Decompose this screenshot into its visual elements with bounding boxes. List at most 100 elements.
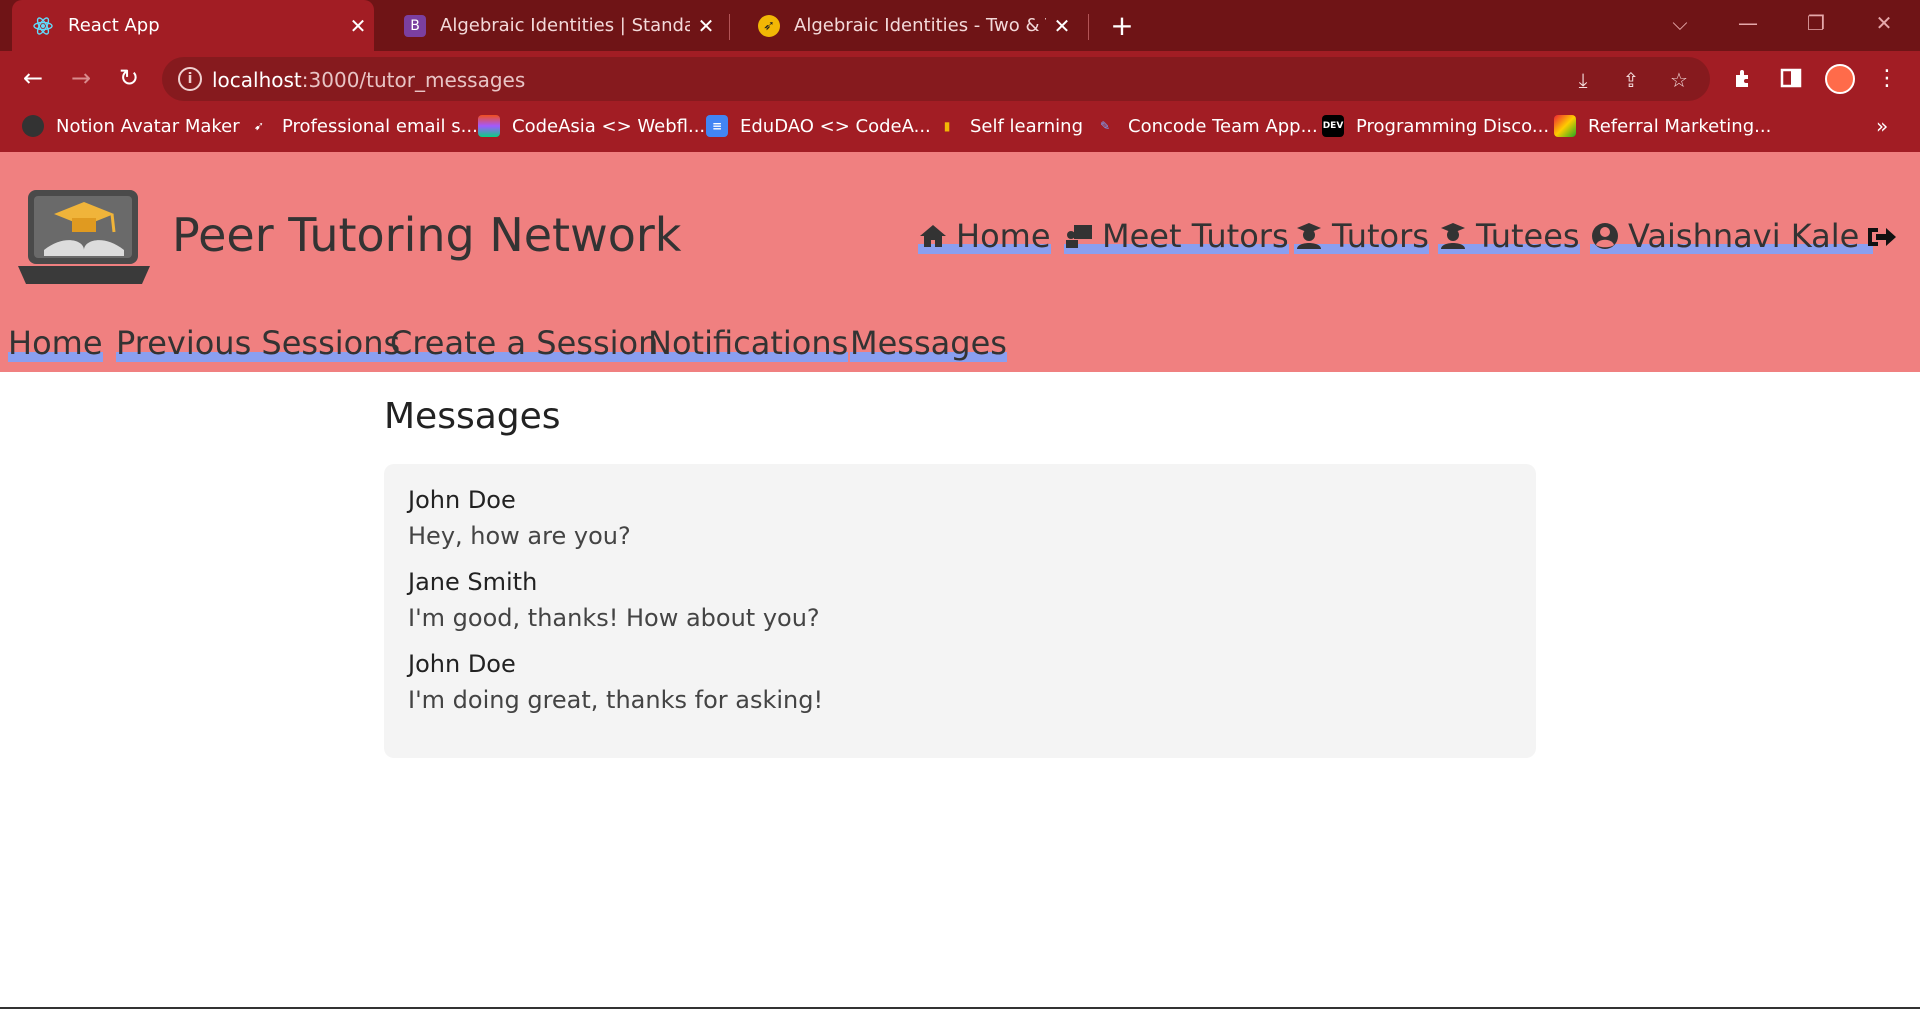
user-circle-icon: [1592, 223, 1618, 249]
brush-icon: ✎: [1099, 119, 1111, 133]
nav-label: Meet Tutors: [1102, 217, 1289, 255]
tab-react-app[interactable]: React App ✕: [12, 0, 374, 51]
bookmark-label: CodeAsia <> Webfl...: [512, 115, 706, 137]
subnav-create-session[interactable]: Create a Session: [390, 324, 659, 364]
more-bookmarks-chevron-icon[interactable]: »: [1876, 114, 1888, 138]
bookmark-label: Professional email s...: [282, 115, 478, 137]
url-path: :3000/tutor_messages: [301, 68, 526, 92]
message-text: Hey, how are you?: [408, 522, 631, 550]
nav-tutees[interactable]: Tutees: [1438, 216, 1580, 256]
nav-profile[interactable]: Vaishnavi Kale: [1590, 216, 1874, 256]
bookmark-label: Programming Disco...: [1356, 115, 1550, 137]
close-tab-icon[interactable]: ✕: [342, 14, 374, 38]
nav-label: Tutors: [1332, 217, 1429, 255]
site-info-icon[interactable]: i: [178, 67, 202, 91]
subnav-previous-sessions[interactable]: Previous Sessions: [116, 324, 401, 364]
share-icon[interactable]: ⇪: [1618, 67, 1644, 93]
house-icon: [920, 225, 946, 247]
bookmark-label: Self learning: [970, 115, 1083, 137]
message-sender: John Doe: [408, 486, 516, 514]
subnav-notifications[interactable]: Notifications: [648, 324, 849, 364]
extensions-puzzle-icon[interactable]: [1724, 59, 1762, 97]
docs-icon: ≡: [706, 115, 728, 137]
tab-title: React App: [68, 15, 160, 36]
address-bar[interactable]: i localhost:3000/tutor_messages ⤓ ⇪ ☆: [162, 57, 1710, 101]
tab-algebraic-identities-two-three[interactable]: ➶ Algebraic Identities - Two & Thre ✕: [738, 0, 1078, 51]
bookmark-codeasia-webflow[interactable]: CodeAsia <> Webfl...: [478, 106, 705, 146]
tab-search-chevron-icon[interactable]: ⌵: [1652, 8, 1708, 38]
subnav-messages[interactable]: Messages: [850, 324, 1007, 364]
graduate-user-icon: [1441, 223, 1465, 249]
dev-icon: DEV: [1322, 115, 1344, 137]
cursor-icon: ➹: [253, 119, 265, 133]
nav-label: Notifications: [648, 324, 849, 362]
tab-divider: [729, 14, 730, 40]
tab-title: Algebraic Identities - Two & Thre: [794, 15, 1046, 36]
message-sender: Jane Smith: [408, 568, 538, 596]
minimize-icon[interactable]: —: [1720, 8, 1776, 38]
bootstrap-icon: B: [404, 14, 426, 37]
message-item: John Doe Hey, how are you?: [408, 486, 631, 550]
page-title: Messages: [384, 396, 561, 437]
message-text: I'm good, thanks! How about you?: [408, 604, 820, 632]
close-tab-icon[interactable]: ✕: [1046, 14, 1078, 38]
bookmark-concode-team[interactable]: ✎ Concode Team App...: [1094, 106, 1318, 146]
side-panel-icon[interactable]: [1772, 59, 1810, 97]
browser-tab-strip: React App ✕ B Algebraic Identities | Sta…: [0, 0, 1920, 51]
bookmark-programming-disco[interactable]: DEV Programming Disco...: [1322, 106, 1549, 146]
message-sender: John Doe: [408, 650, 516, 678]
back-arrow-icon[interactable]: ←: [14, 59, 52, 97]
nav-label: Vaishnavi Kale: [1628, 217, 1860, 255]
bookmark-professional-email[interactable]: ➹ Professional email s...: [248, 106, 478, 146]
tab-algebraic-identities-standard[interactable]: B Algebraic Identities | Standard Alg ✕: [384, 0, 722, 51]
puzzle-colorful-icon: [1554, 115, 1576, 137]
subnav-home[interactable]: Home: [8, 324, 103, 364]
nav-label: Tutees: [1476, 217, 1580, 255]
bookmark-star-icon[interactable]: ☆: [1666, 67, 1692, 93]
url-host: localhost: [212, 68, 302, 92]
browser-toolbar: ← → ↻ i localhost:3000/tutor_messages ⤓ …: [0, 51, 1920, 106]
bookmarks-bar: Notion Avatar Maker ➹ Professional email…: [0, 106, 1920, 152]
reload-icon[interactable]: ↻: [110, 59, 148, 97]
nav-label: Home: [956, 217, 1051, 255]
nav-label: Home: [8, 324, 103, 362]
tab-divider: [1088, 14, 1089, 40]
rocket-icon: ➶: [758, 14, 780, 37]
nav-meet-tutors[interactable]: Meet Tutors: [1064, 216, 1289, 256]
bookmark-self-learning[interactable]: ▮ Self learning: [936, 106, 1083, 146]
bookmark-label: Concode Team App...: [1128, 115, 1318, 137]
chalkboard-teacher-icon: [1066, 225, 1092, 248]
bookmark-label: Referral Marketing...: [1588, 115, 1772, 137]
tab-title: Algebraic Identities | Standard Alg: [440, 15, 690, 36]
site-header: Peer Tutoring Network Home Meet Tutors T…: [0, 152, 1920, 372]
logout-icon[interactable]: [1866, 222, 1898, 252]
figma-icon: [478, 115, 500, 137]
bookmark-edudao[interactable]: ≡ EduDAO <> CodeA...: [706, 106, 931, 146]
message-text: I'm doing great, thanks for asking!: [408, 686, 824, 714]
profile-avatar[interactable]: [1825, 64, 1855, 94]
nav-home[interactable]: Home: [918, 216, 1051, 256]
site-title: Peer Tutoring Network: [172, 208, 682, 262]
restore-icon[interactable]: ❐: [1788, 8, 1844, 38]
nav-label: Create a Session: [390, 324, 659, 362]
chart-bars-icon: ▮: [943, 119, 951, 133]
bookmark-label: EduDAO <> CodeA...: [740, 115, 931, 137]
nav-label: Previous Sessions: [116, 324, 401, 362]
avatar-icon: [22, 115, 44, 137]
bookmark-referral-marketing[interactable]: Referral Marketing...: [1554, 106, 1771, 146]
forward-arrow-icon[interactable]: →: [62, 59, 100, 97]
react-icon: [32, 15, 54, 37]
url-text: localhost:3000/tutor_messages: [212, 68, 525, 92]
nav-label: Messages: [850, 324, 1007, 362]
close-tab-icon[interactable]: ✕: [690, 14, 722, 38]
message-item: John Doe I'm doing great, thanks for ask…: [408, 650, 823, 714]
message-list: John Doe Hey, how are you? Jane Smith I'…: [384, 464, 1536, 758]
bookmark-notion-avatar-maker[interactable]: Notion Avatar Maker: [22, 106, 240, 146]
message-item: Jane Smith I'm good, thanks! How about y…: [408, 568, 820, 632]
install-icon[interactable]: ⤓: [1570, 67, 1596, 93]
nav-tutors[interactable]: Tutors: [1294, 216, 1429, 256]
graduate-user-icon: [1297, 223, 1321, 249]
new-tab-icon[interactable]: +: [1105, 8, 1139, 42]
close-window-icon[interactable]: ✕: [1856, 8, 1912, 38]
menu-kebab-icon[interactable]: ⋮: [1868, 59, 1906, 97]
